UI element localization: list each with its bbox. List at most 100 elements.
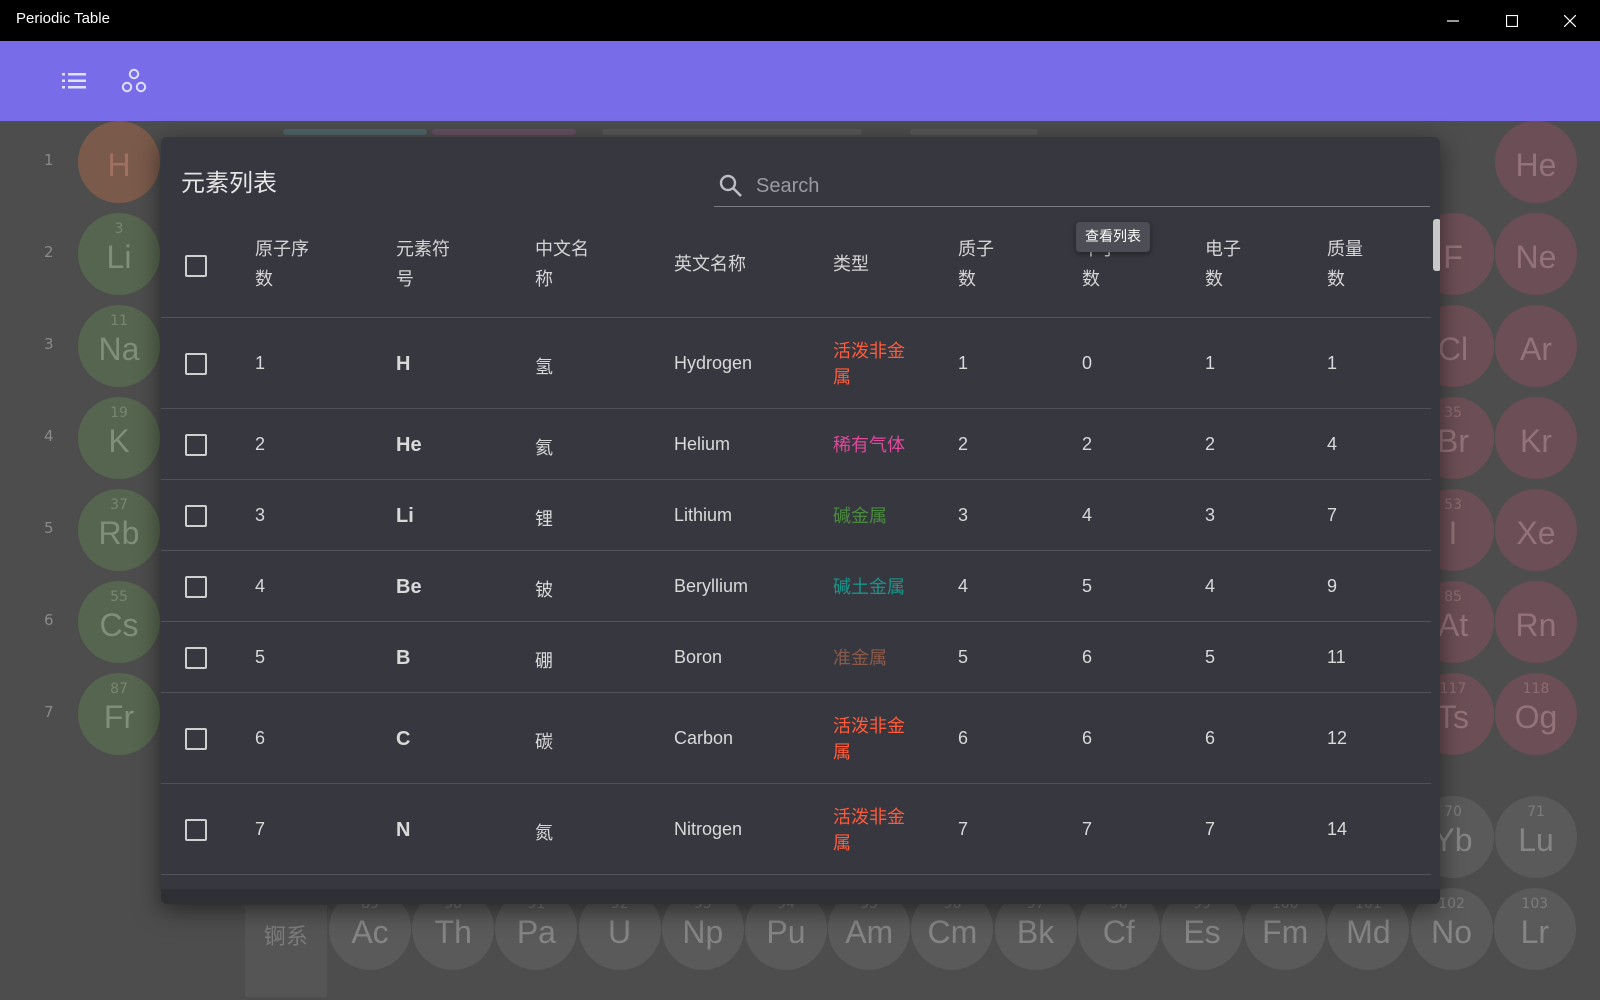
num-cell: 2 [255,433,266,454]
type-text: 活泼非金 [833,715,905,736]
protons-cell: 5 [958,646,969,667]
element-symbol: Lu [1518,822,1554,858]
horizontal-scrollbar[interactable] [161,889,1440,904]
type-text: 活泼非金 [833,340,905,361]
element-tile[interactable]: 103 Lr [1493,888,1576,970]
close-button[interactable] [1541,0,1599,41]
row-checkbox[interactable] [185,727,207,750]
row-checkbox[interactable] [185,646,207,669]
cn-cell: 锂 [535,508,553,529]
table-header: 原子序数元素符号中文名称英文名称类型质子数中子数电子数质量数 [161,217,1431,318]
element-symbol: Og [1514,699,1558,735]
maximize-icon [1506,14,1518,27]
column-header-cn[interactable]: 中文名称 [535,235,589,295]
element-tile[interactable]: 3 Li [78,213,160,295]
element-tile[interactable]: 87 Fr [78,673,160,755]
close-icon [1564,14,1576,27]
element-symbol: Fm [1262,914,1309,950]
minimize-button[interactable] [1424,0,1482,41]
en-cell: Hydrogen [674,352,753,373]
actinide-series-label[interactable]: 锕系 [245,905,327,997]
en-cell: Boron [674,646,723,667]
column-header-text: 英文名称 [674,254,746,275]
protons-cell: 4 [958,575,969,596]
element-symbol: Kr [1520,423,1552,459]
maximize-button[interactable] [1483,0,1541,41]
element-symbol: Xe [1516,515,1556,551]
table-row[interactable]: 6 C 碳 Carbon 活泼非金属 6 6 6 12 [161,693,1431,784]
mass-cell: 7 [1327,504,1338,525]
type-cell: 稀有气体 [833,432,913,458]
element-tile[interactable]: Kr [1495,397,1577,479]
element-tile[interactable]: 55 Cs [78,581,160,663]
element-tile[interactable]: 118 Og [1495,673,1577,755]
column-header-symbol[interactable]: 元素符号 [396,235,450,295]
row-checkbox[interactable] [185,352,207,375]
en-cell: Beryllium [674,575,749,596]
column-header-en[interactable]: 英文名称 [674,250,746,280]
scrollbar-thumb[interactable] [1433,219,1440,271]
element-number: 55 [110,589,128,605]
type-text: 属 [833,366,851,387]
column-header-electrons[interactable]: 电子数 [1205,235,1241,295]
element-symbol: Np [682,914,724,950]
bg-strip [432,129,576,135]
row-checkbox[interactable] [185,818,207,841]
row-checkbox[interactable] [185,575,207,598]
element-symbol: No [1431,914,1473,950]
column-header-protons[interactable]: 质子数 [958,235,994,295]
column-header-text: 中文名 [535,239,589,260]
search-input[interactable] [756,169,1416,203]
table-row[interactable]: 4 Be 铍 Beryllium 碱土金属 4 5 4 9 [161,551,1431,622]
column-header-text: 数 [1205,269,1223,290]
element-tile[interactable]: Ar [1495,305,1577,387]
column-header-text: 称 [535,269,553,290]
element-tile[interactable]: 71 Lu [1495,796,1577,878]
element-tile[interactable]: Ne [1495,213,1577,295]
row-checkbox[interactable] [185,433,207,456]
element-tile[interactable]: 11 Na [78,305,160,387]
table-row[interactable]: 7 N 氮 Nitrogen 活泼非金属 7 7 7 14 [161,784,1431,875]
table-row[interactable]: 3 Li 锂 Lithium 碱金属 3 4 3 7 [161,480,1431,551]
element-table: 原子序数元素符号中文名称英文名称类型质子数中子数电子数质量数 1H氢Hydrog… [161,217,1431,904]
column-header-text: 号 [396,269,414,290]
atom-view-button[interactable] [114,61,154,101]
protons-cell: 7 [958,818,969,839]
element-tile[interactable]: 37 Rb [78,489,160,571]
table-row[interactable]: 5 B 硼 Boron 准金属 5 6 5 11 [161,622,1431,693]
vertical-scrollbar[interactable] [1431,217,1440,867]
app-bar [0,41,1600,121]
electrons-cell: 7 [1205,818,1216,839]
num-cell: 5 [255,646,266,667]
cn-cell: 氮 [535,822,553,843]
column-header-text: 数 [958,269,976,290]
element-symbol: Li [106,239,132,275]
row-checkbox[interactable] [185,504,207,527]
element-tile[interactable]: Rn [1495,581,1577,663]
column-header-mass[interactable]: 质量数 [1327,235,1363,295]
type-text: 属 [833,832,851,853]
element-number: 3 [114,221,124,237]
element-symbol: Rn [1515,607,1557,643]
cn-cell: 铍 [535,579,553,600]
element-tile[interactable]: 19 K [78,397,160,479]
list-view-button[interactable] [54,61,94,101]
title-bar: Periodic Table [0,0,1600,41]
protons-cell: 2 [958,433,969,454]
element-tile[interactable]: He [1495,121,1577,203]
element-tile[interactable]: H [78,121,160,203]
element-tile[interactable]: Xe [1495,489,1577,571]
table-row[interactable]: 1 H 氢 Hydrogen 活泼非金属 1 0 1 1 [161,318,1431,409]
element-symbol: Bk [1016,914,1055,950]
search-box[interactable] [714,165,1430,207]
column-header-num[interactable]: 原子序数 [255,235,309,295]
table-row[interactable]: 2 He 氦 Helium 稀有气体 2 2 2 4 [161,409,1431,480]
type-text: 稀有气体 [833,434,905,455]
element-number: 19 [110,405,128,421]
element-symbol: Na [98,331,140,367]
neutrons-cell: 6 [1082,646,1093,667]
column-header-type[interactable]: 类型 [833,250,869,280]
type-cell: 碱土金属 [833,574,913,600]
select-all-checkbox[interactable] [185,255,207,277]
mass-cell: 12 [1327,727,1348,748]
